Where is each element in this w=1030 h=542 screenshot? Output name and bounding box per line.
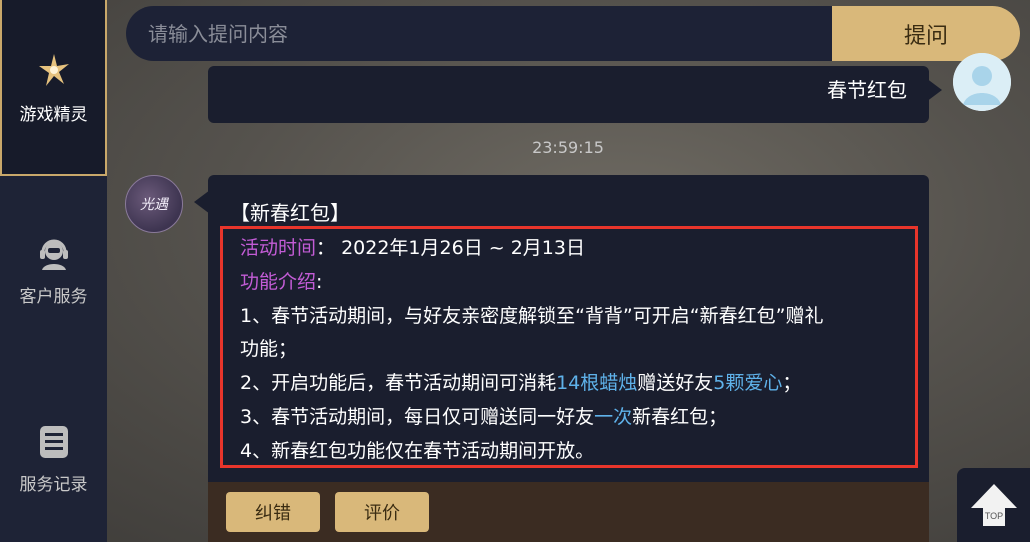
rule-2-suffix: ； (782, 372, 802, 394)
user-message-text: 春节红包 (827, 78, 907, 102)
sprite-icon (34, 50, 74, 94)
activity-time-line: 活动时间： 2022年1月26日 ~ 2月13日 (240, 233, 585, 260)
reply-actions-bar: 纠错 评价 (208, 482, 929, 542)
activity-time-separator: ： (316, 237, 336, 259)
hearts-highlight: 5颗爱心 (713, 372, 783, 394)
headset-icon (36, 236, 72, 276)
user-message-bubble: 春节红包 (208, 66, 929, 123)
sidebar-item-label: 游戏精灵 (19, 104, 88, 125)
rule-2-middle: 赠送好友 (637, 372, 714, 394)
activity-time-value: 2022年1月26日 ~ 2月13日 (341, 237, 585, 259)
rule-2-prefix: 2、开启功能后，春节活动期间可消耗 (240, 372, 557, 394)
reply-title: 【新春红包】 (230, 201, 350, 225)
feature-intro-line: 功能介绍: (240, 267, 322, 294)
sidebar-item-label: 客户服务 (19, 287, 88, 307)
rule-3-prefix: 3、春节活动期间，每日仅可赠送同一好友 (240, 406, 595, 428)
rule-line-1a: 1、春节活动期间，与好友亲密度解锁至“背背”可开启“新春红包”赠礼 (240, 305, 824, 327)
rule-line-4: 4、新春红包功能仅在春节活动期间开放。 (240, 440, 595, 462)
bot-reply-bubble: 【新春红包】 活动时间： 2022年1月26日 ~ 2月13日 功能介绍: 1、… (208, 175, 929, 542)
sidebar: 游戏精灵 客户服务 服务记录 (0, 0, 107, 542)
back-to-top-button[interactable]: TOP (957, 468, 1030, 542)
rate-button[interactable]: 评价 (335, 492, 429, 532)
sidebar-item-customer-service[interactable]: 客户服务 (0, 236, 107, 307)
question-input[interactable] (126, 6, 832, 61)
rule-line-2: 2、开启功能后，春节活动期间可消耗14根蜡烛赠送好友5颗爱心； (240, 368, 801, 395)
user-bubble-tail (926, 78, 942, 102)
user-avatar[interactable] (953, 53, 1011, 111)
list-icon (37, 424, 71, 464)
activity-time-label: 活动时间 (240, 237, 317, 259)
highlight-frame: 活动时间： 2022年1月26日 ~ 2月13日 功能介绍: 1、春节活动期间，… (220, 226, 918, 468)
bot-avatar[interactable]: 光遇 (125, 175, 183, 233)
rule-3-suffix: 新春红包； (632, 406, 728, 428)
bot-avatar-text: 光遇 (140, 197, 168, 213)
feature-intro-separator: : (316, 271, 323, 293)
rule-line-3: 3、春节活动期间，每日仅可赠送同一好友一次新春红包； (240, 402, 727, 429)
feature-intro-label: 功能介绍 (240, 271, 317, 293)
once-highlight: 一次 (594, 406, 633, 428)
question-bar: 提问 (126, 6, 1020, 61)
user-avatar-icon (953, 53, 1011, 111)
correct-button[interactable]: 纠错 (226, 492, 320, 532)
arrow-up-icon: TOP (970, 484, 1017, 526)
top-label: TOP (984, 511, 1002, 521)
candle-cost-highlight: 14根蜡烛 (556, 372, 638, 394)
ask-button[interactable]: 提问 (832, 6, 1020, 61)
sidebar-item-label: 服务记录 (19, 475, 88, 495)
message-timestamp: 23:59:15 (532, 138, 604, 157)
rule-line-1b: 功能； (240, 338, 298, 360)
sidebar-item-service-record[interactable]: 服务记录 (0, 424, 107, 495)
